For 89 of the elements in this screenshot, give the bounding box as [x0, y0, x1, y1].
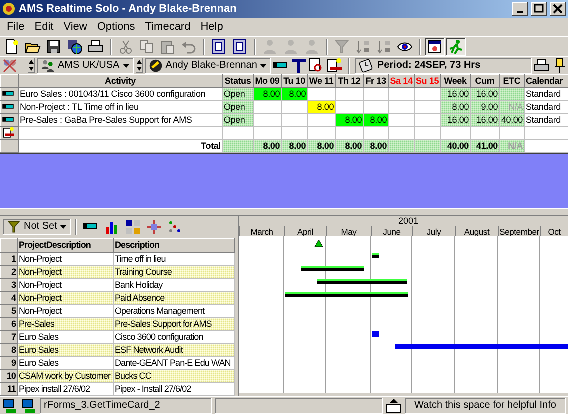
column-header[interactable]: Description [114, 238, 234, 252]
save-icon[interactable] [46, 38, 62, 54]
table-cell: Euro Sales [18, 344, 114, 356]
table-cell: Pipex - Install 27/6/02 [114, 382, 234, 396]
calendar-cell: Standard [524, 100, 568, 114]
user-badge-icon [148, 58, 163, 72]
maximize-icon[interactable] [533, 3, 545, 15]
menu-item[interactable]: Edit [30, 20, 59, 34]
row-number: 9 [0, 356, 18, 370]
row-number: 10 [0, 370, 18, 382]
row-number: 8 [0, 344, 18, 356]
column-header[interactable]: Mo 09 [254, 74, 282, 88]
menu-item[interactable]: File [2, 20, 30, 34]
caret-icon [122, 64, 130, 68]
row-number: 3 [0, 278, 18, 292]
menu-item[interactable]: View [58, 20, 92, 34]
table-cell: Training Course [114, 266, 234, 278]
calendar-cell: Standard [524, 114, 568, 126]
column-header[interactable]: Th 12 [336, 74, 364, 88]
milestone-marker [314, 240, 324, 248]
dots-icon[interactable] [167, 219, 184, 235]
window-icon[interactable] [427, 38, 443, 54]
row-number: 11 [0, 382, 18, 396]
menu-item[interactable]: Help [196, 20, 228, 34]
grid-icon[interactable] [125, 219, 142, 235]
spin-control[interactable] [28, 58, 35, 73]
row-number: 7 [0, 330, 18, 344]
status-form-name: rForms_3.GetTimeCard_2 [40, 398, 212, 414]
card-icon[interactable] [232, 38, 248, 54]
column-header[interactable]: ETC [500, 74, 524, 88]
spin-control[interactable] [136, 58, 143, 73]
new-file-icon[interactable] [4, 38, 20, 54]
table-cell: Pre-Sales Support for AMS [114, 318, 234, 330]
row-number: 4 [0, 292, 18, 304]
printer-icon[interactable] [534, 58, 550, 74]
column-header[interactable]: Cum [470, 74, 500, 88]
period-label: Period: 24SEP, 73 Hrs [377, 60, 481, 72]
gantt-marker [372, 331, 379, 337]
close-icon[interactable] [552, 3, 564, 15]
calendar-cell: Standard [524, 88, 568, 100]
caret-icon [260, 64, 268, 68]
row-number: 5 [0, 304, 18, 318]
funnel-icon [7, 220, 21, 234]
activity-cell: Non-Project : TL Time off in lieu [18, 100, 222, 114]
clock-icon [359, 58, 374, 72]
menu-item[interactable]: Timecard [140, 20, 196, 34]
table-cell: Non-Project [18, 266, 114, 278]
filter-dropdown[interactable]: Not Set [3, 219, 72, 235]
network-icon[interactable] [21, 398, 37, 414]
splitter-bar[interactable] [0, 208, 568, 216]
tools-icon[interactable] [291, 58, 308, 74]
table-cell: Non-Project [18, 292, 114, 304]
column-header[interactable]: Week [440, 74, 470, 88]
upload-icon[interactable] [386, 398, 402, 414]
running-figure-icon[interactable] [448, 38, 464, 54]
cross-arrows-icon[interactable] [146, 219, 162, 235]
network-icon[interactable] [2, 398, 18, 414]
table-cell: Pipex install 27/6/02 [18, 382, 114, 396]
table-cell: CSAM work by Customer [18, 370, 114, 382]
row-number: 6 [0, 318, 18, 330]
column-header[interactable]: Fr 13 [364, 74, 388, 88]
app-logo-icon [2, 2, 16, 16]
column-header[interactable]: Tu 10 [282, 74, 308, 88]
card-icon[interactable] [211, 38, 227, 54]
status-info: Watch this space for helpful Info [405, 398, 566, 414]
column-header[interactable]: We 11 [308, 74, 336, 88]
gantt-bar [372, 253, 379, 258]
row-number: 2 [0, 266, 18, 278]
menu-item[interactable]: Options [92, 20, 140, 34]
people-icon [41, 58, 55, 72]
gantt-bar [301, 266, 364, 271]
column-header[interactable]: Status [222, 74, 254, 88]
year-label: 2001 [398, 216, 419, 226]
table-cell: ESF Network Audit [114, 344, 234, 356]
column-header[interactable]: Calendar [524, 74, 568, 88]
printer-icon[interactable] [88, 38, 104, 54]
table-cell: Bucks CC [114, 370, 234, 382]
caret-icon [60, 225, 68, 229]
table-cell: Paid Absence [114, 292, 234, 304]
row-number: 1 [0, 252, 18, 266]
pin-icon[interactable] [552, 58, 568, 74]
activity-cell: Euro Sales : 001043/11 Cisco 3600 configuration [18, 88, 222, 100]
activity-cell: Pre-Sales : GaBa Pre-Sales Support for AMS [18, 114, 222, 126]
disk-globe-icon[interactable] [67, 38, 83, 54]
table-cell: Pre-Sales [18, 318, 114, 330]
window-title: AMS Realtime Solo - Andy Blake-Brennan [19, 2, 238, 16]
new-entry-icon[interactable] [2, 128, 16, 138]
column-header[interactable]: ProjectDescription [18, 238, 114, 252]
new-entry-icon[interactable] [327, 58, 344, 74]
